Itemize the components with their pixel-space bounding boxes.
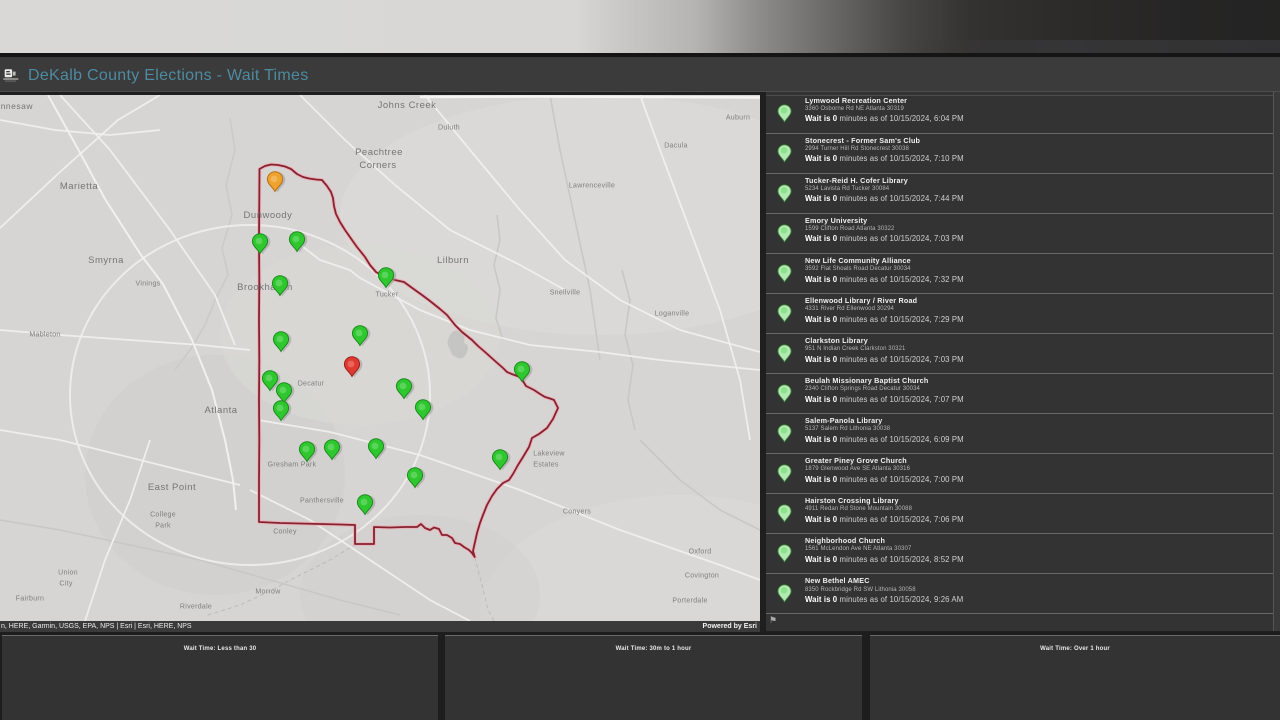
svg-text:Fairburn: Fairburn: [16, 596, 44, 603]
svg-text:Mableton: Mableton: [29, 332, 60, 339]
svg-text:Estates: Estates: [533, 462, 559, 469]
svg-text:nnesaw: nnesaw: [1, 101, 34, 111]
svg-text:Marietta: Marietta: [60, 181, 99, 192]
svg-text:Union: Union: [58, 570, 78, 577]
svg-text:Dacula: Dacula: [664, 143, 688, 150]
svg-text:Loganville: Loganville: [655, 311, 690, 318]
svg-text:Snellville: Snellville: [550, 290, 581, 297]
svg-text:Decatur: Decatur: [298, 381, 325, 388]
svg-text:Porterdale: Porterdale: [672, 598, 707, 605]
svg-text:Vinings: Vinings: [136, 281, 161, 288]
svg-text:Morrow: Morrow: [255, 589, 281, 596]
svg-text:Lawrenceville: Lawrenceville: [569, 183, 615, 190]
svg-text:Auburn: Auburn: [726, 115, 750, 122]
svg-text:Riverdale: Riverdale: [180, 604, 212, 611]
svg-text:Conley: Conley: [273, 529, 297, 536]
svg-text:Conyers: Conyers: [563, 509, 591, 516]
svg-text:Panthersville: Panthersville: [300, 498, 344, 505]
svg-text:East Point: East Point: [148, 482, 196, 493]
svg-text:Dunwoody: Dunwoody: [244, 210, 293, 221]
svg-text:Oxford: Oxford: [689, 549, 712, 556]
svg-text:Park: Park: [155, 523, 171, 530]
svg-text:Lakeview: Lakeview: [533, 451, 565, 458]
svg-text:Peachtree: Peachtree: [355, 147, 403, 158]
svg-text:Lilburn: Lilburn: [437, 255, 469, 266]
svg-text:Duluth: Duluth: [438, 125, 460, 132]
svg-text:Gresham Park: Gresham Park: [268, 462, 317, 469]
svg-text:Corners: Corners: [359, 160, 396, 171]
svg-text:Smyrna: Smyrna: [88, 255, 124, 266]
svg-text:Tucker: Tucker: [376, 292, 399, 299]
svg-text:Atlanta: Atlanta: [204, 405, 237, 416]
svg-text:Covington: Covington: [685, 573, 719, 580]
svg-text:College: College: [150, 512, 176, 519]
svg-text:Johns Creek: Johns Creek: [378, 100, 437, 111]
svg-text:City: City: [59, 581, 72, 588]
